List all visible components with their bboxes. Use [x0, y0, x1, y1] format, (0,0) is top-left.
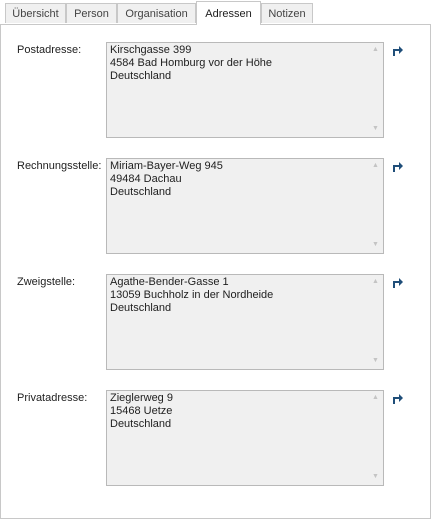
tab-organisation[interactable]: Organisation [117, 3, 196, 23]
scroll-down-icon[interactable]: ▼ [371, 125, 380, 132]
scroll-down-icon[interactable]: ▼ [371, 473, 380, 480]
postal-address-row: Postadresse: Kirschgasse 399 4584 Bad Ho… [1, 42, 431, 138]
private-address-label: Privatadresse: [17, 392, 88, 404]
branch-address-row: Zweigstelle: Agathe-Bender-Gasse 1 13059… [1, 274, 431, 370]
postal-address-text: Kirschgasse 399 4584 Bad Homburg vor der… [110, 44, 273, 82]
branch-address-label: Zweigstelle: [17, 276, 76, 288]
private-address-text: Zieglerweg 9 15468 Uetze Deutschland [110, 392, 173, 430]
tab-notizen[interactable]: Notizen [261, 3, 313, 23]
tab-adressen[interactable]: Adressen [196, 1, 261, 25]
branch-address-text: Agathe-Bender-Gasse 1 13059 Buchholz in … [110, 276, 274, 314]
billing-address-field[interactable]: Miriam-Bayer-Weg 945 49484 Dachau Deutsc… [106, 158, 384, 254]
billing-address-row: Rechnungsstelle: Miriam-Bayer-Weg 945 49… [1, 158, 431, 254]
private-address-row: Privatadresse: Zieglerweg 9 15468 Uetze … [1, 390, 431, 486]
edit-address-icon[interactable] [390, 159, 404, 173]
edit-address-icon[interactable] [390, 43, 404, 57]
edit-address-icon[interactable] [390, 275, 404, 289]
scroll-up-icon[interactable]: ▲ [371, 162, 380, 169]
scroll-down-icon[interactable]: ▼ [371, 357, 380, 364]
billing-address-text: Miriam-Bayer-Weg 945 49484 Dachau Deutsc… [110, 160, 223, 198]
scroll-up-icon[interactable]: ▲ [371, 394, 380, 401]
scroll-up-icon[interactable]: ▲ [371, 46, 380, 53]
private-address-field[interactable]: Zieglerweg 9 15468 Uetze Deutschland ▲ ▼ [106, 390, 384, 486]
tab-person[interactable]: Person [66, 3, 117, 23]
edit-address-icon[interactable] [390, 391, 404, 405]
scroll-up-icon[interactable]: ▲ [371, 278, 380, 285]
billing-address-label: Rechnungsstelle: [17, 160, 102, 172]
postal-address-label: Postadresse: [17, 44, 82, 56]
postal-address-field[interactable]: Kirschgasse 399 4584 Bad Homburg vor der… [106, 42, 384, 138]
scroll-down-icon[interactable]: ▼ [371, 241, 380, 248]
tab-bar: Übersicht Person Organisation Adressen N… [0, 0, 431, 26]
addresses-panel: Postadresse: Kirschgasse 399 4584 Bad Ho… [0, 24, 431, 519]
tab-uebersicht[interactable]: Übersicht [5, 3, 66, 23]
branch-address-field[interactable]: Agathe-Bender-Gasse 1 13059 Buchholz in … [106, 274, 384, 370]
